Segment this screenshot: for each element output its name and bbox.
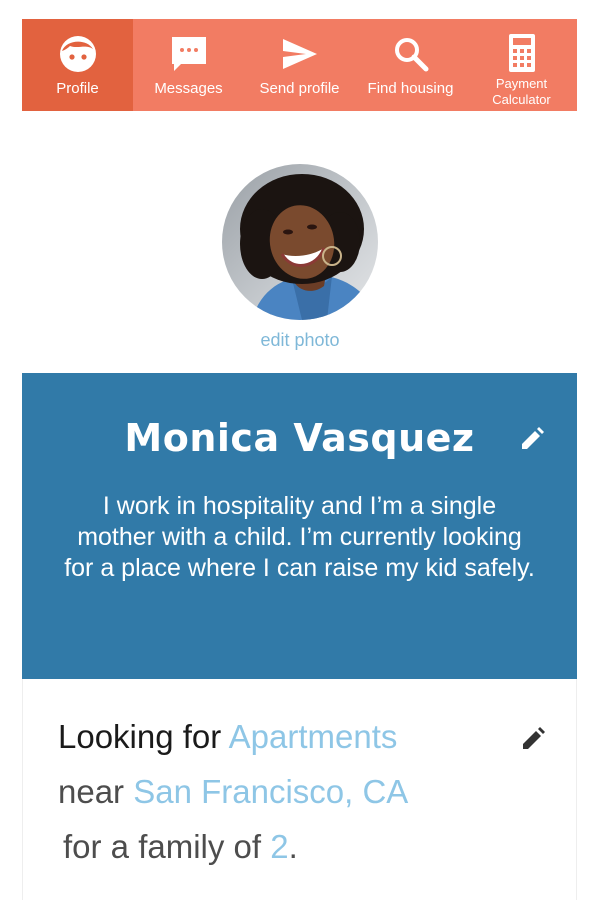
face-icon (58, 34, 98, 74)
housing-preferences: Looking for Apartments near San Francisc… (22, 679, 577, 900)
search-icon (391, 34, 431, 74)
family-line: for a family of 2. (63, 827, 298, 867)
housing-type-link[interactable]: Apartments (229, 718, 398, 755)
nav-item-find-housing[interactable]: Find housing (355, 19, 466, 111)
chat-bubble-icon (169, 34, 209, 74)
family-size-link[interactable]: 2 (270, 828, 288, 865)
nav-item-send-profile[interactable]: Send profile (244, 19, 355, 111)
avatar[interactable] (222, 164, 378, 320)
near-label: near (58, 773, 134, 810)
family-label: for a family of (63, 828, 271, 865)
location-link[interactable]: San Francisco, CA (133, 773, 408, 810)
top-nav-bar: Profile Messages Send profile Find housi… (22, 19, 577, 111)
profile-name: Monica Vasquez (124, 416, 475, 460)
nav-label-find-housing: Find housing (367, 80, 454, 97)
nav-item-messages[interactable]: Messages (133, 19, 244, 111)
profile-card: Monica Vasquez I work in hospitality and… (22, 373, 577, 679)
looking-for-label: Looking for (58, 718, 229, 755)
send-icon (280, 34, 320, 74)
calculator-icon (502, 33, 542, 73)
nav-item-payment-calculator[interactable]: Payment Calculator (466, 19, 577, 111)
looking-for-line: Looking for Apartments (58, 717, 397, 757)
profile-bio: I work in hospitality and I’m a single m… (64, 492, 535, 582)
nav-label-send-profile: Send profile (259, 80, 340, 97)
nav-item-profile[interactable]: Profile (22, 19, 133, 111)
edit-photo-link[interactable]: edit photo (0, 330, 600, 351)
family-suffix: . (288, 828, 298, 865)
pencil-icon[interactable] (518, 425, 546, 453)
near-line: near San Francisco, CA (58, 772, 408, 812)
nav-label-messages: Messages (154, 80, 223, 97)
profile-page: Profile Messages Send profile Find housi… (0, 0, 600, 900)
pencil-icon[interactable] (519, 725, 547, 753)
nav-label-payment-calculator: Payment Calculator (492, 76, 551, 107)
nav-label-profile: Profile (56, 80, 99, 97)
